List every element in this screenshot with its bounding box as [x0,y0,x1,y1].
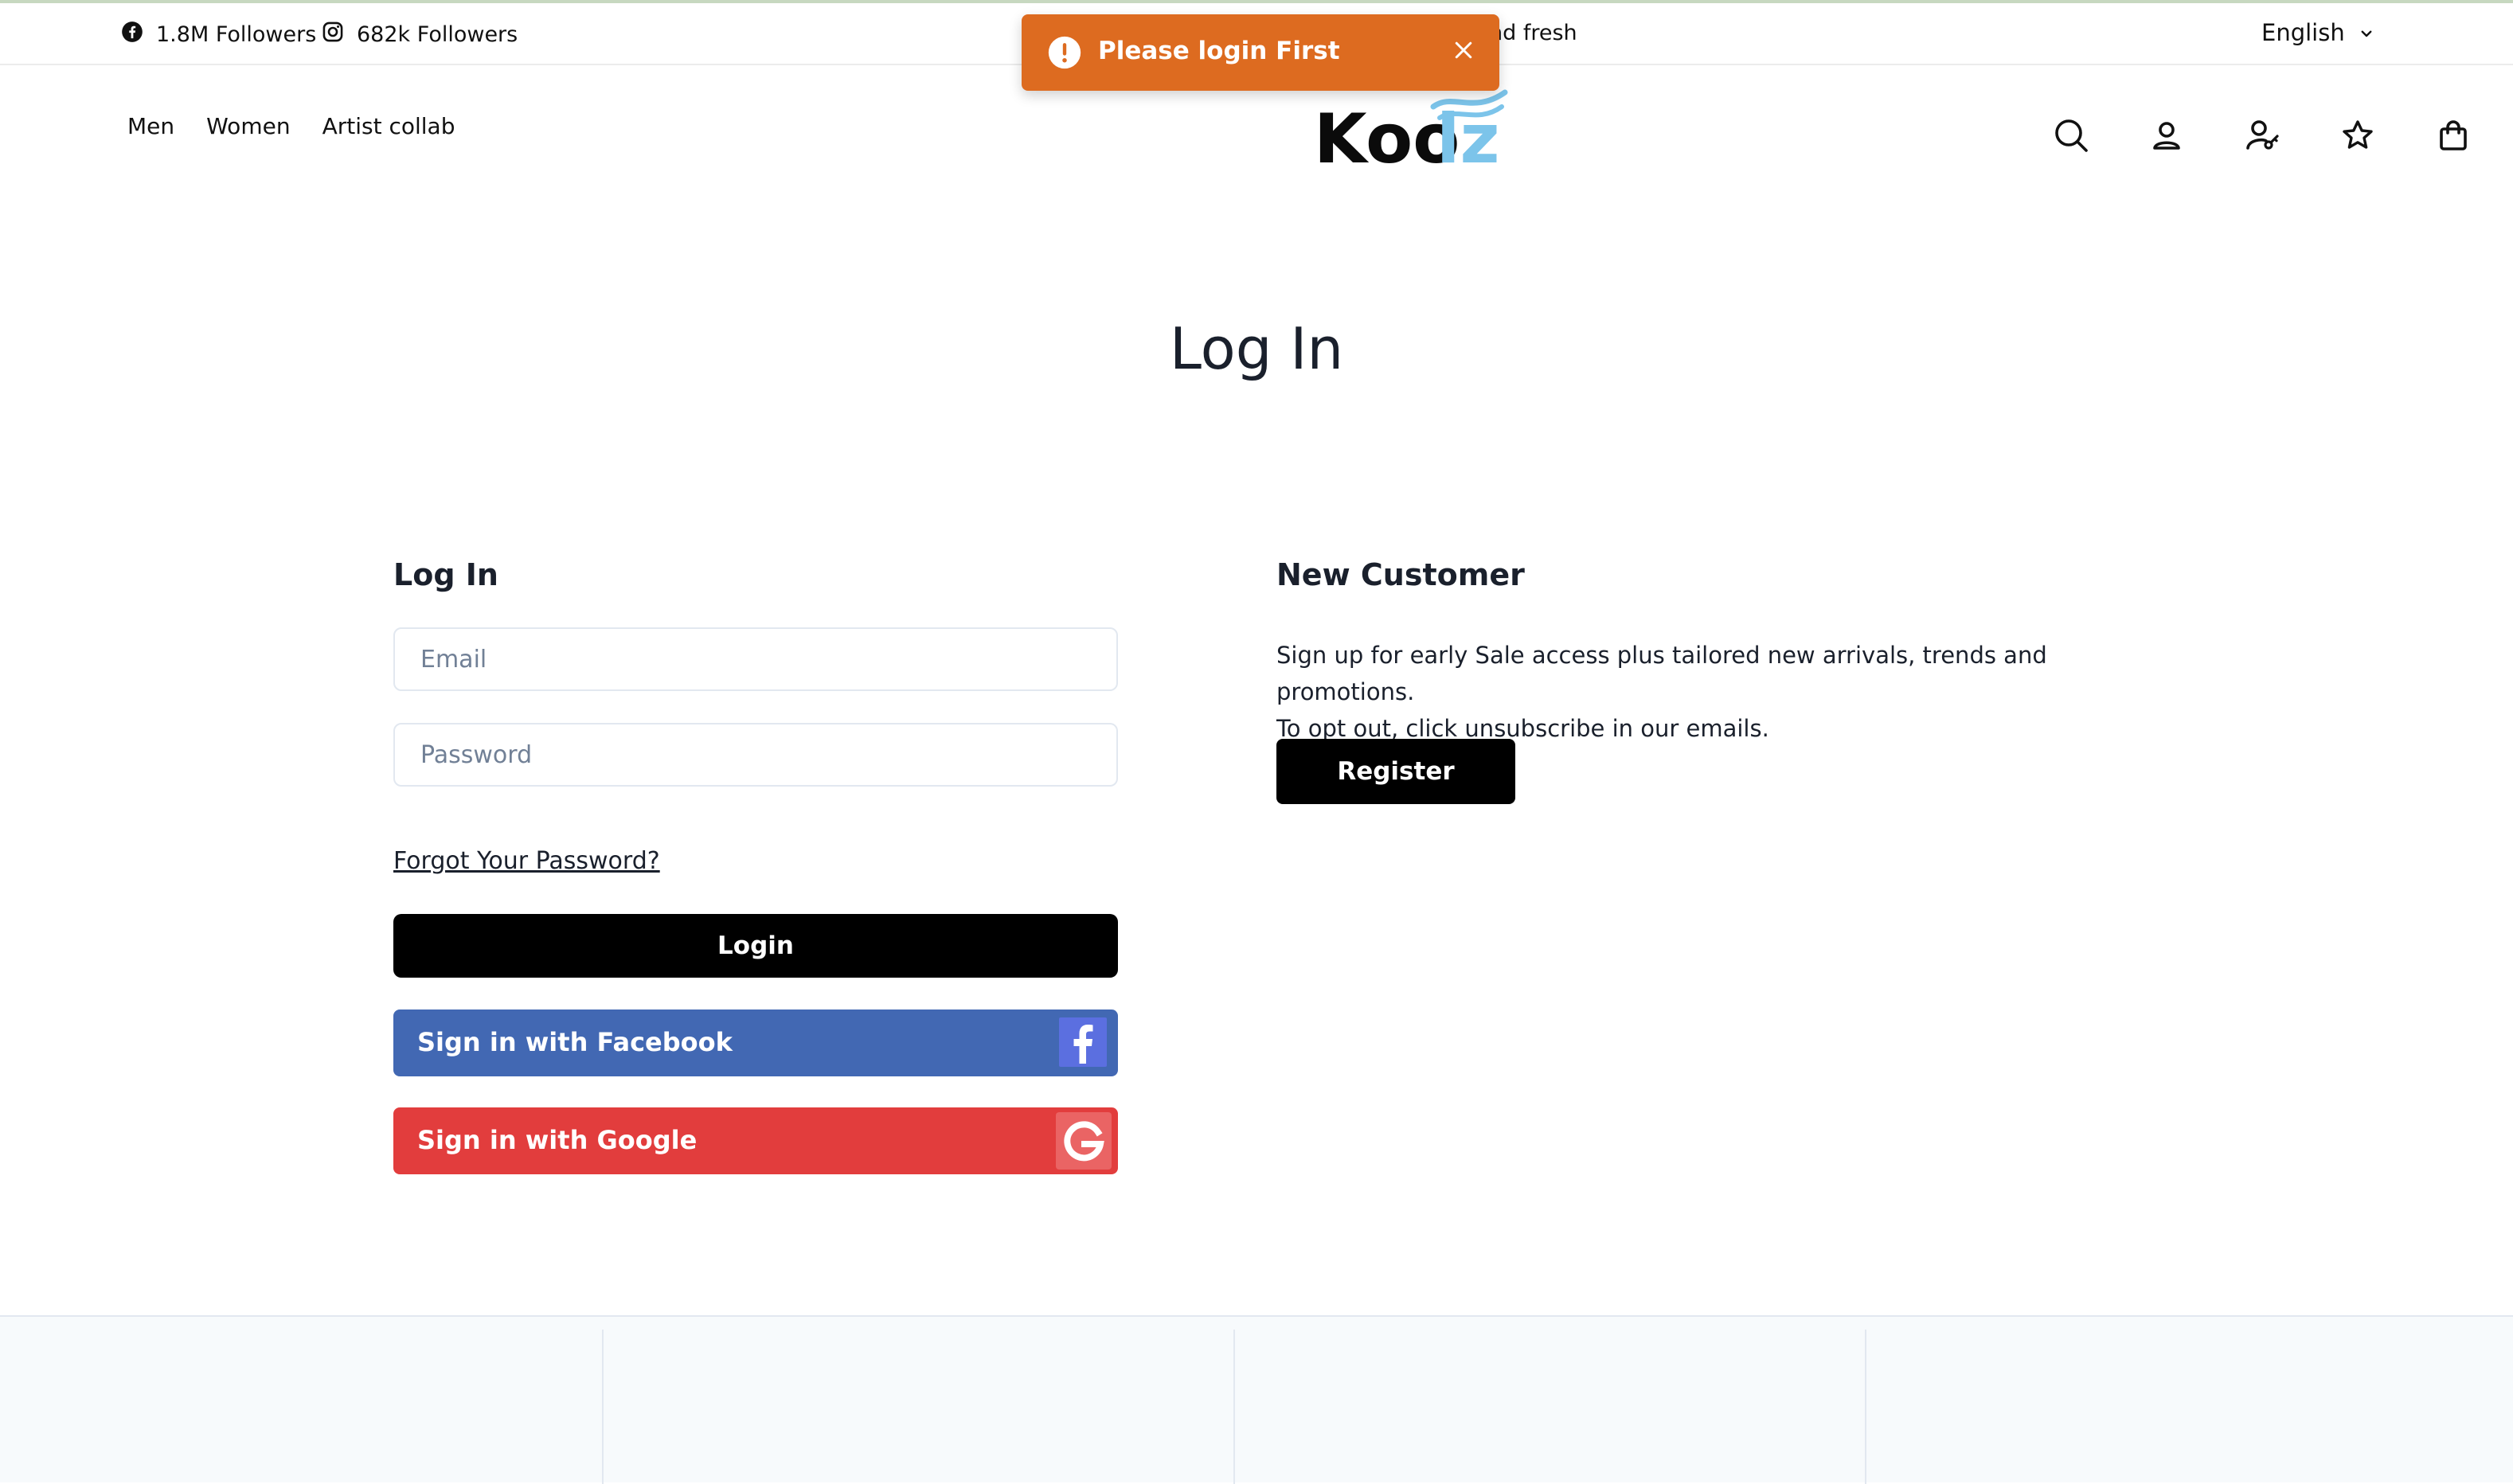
footer-divider [1233,1330,1235,1484]
google-signin-button[interactable]: Sign in with Google [393,1107,1118,1174]
toast-message: Please login First [1098,37,1340,65]
login-required-toast: Please login First [1022,14,1499,91]
new-customer-description: Sign up for early Sale access plus tailo… [1276,637,2152,747]
instagram-followers[interactable]: 682k Followers [322,21,518,49]
login-heading: Log In [393,557,498,592]
page-title: Log In [1169,315,1344,382]
logo-text-accent: lz [1436,100,1500,170]
facebook-signin-label: Sign in with Facebook [417,1027,733,1057]
search-icon[interactable] [2052,116,2090,154]
nav-item-artist-collab[interactable]: Artist collab [322,113,455,139]
new-customer-line-1: Sign up for early Sale access plus tailo… [1276,642,2047,705]
footer-divider [1865,1330,1866,1484]
facebook-followers[interactable]: 1.8M Followers [121,21,316,49]
facebook-icon [121,21,143,49]
main-nav: Men Women Artist collab [127,113,455,139]
instagram-followers-count: 682k Followers [357,22,518,47]
language-label: English [2261,19,2345,46]
footer-divider [602,1330,604,1484]
new-customer-heading: New Customer [1276,557,1525,592]
google-signin-label: Sign in with Google [417,1125,698,1155]
chevron-down-icon [2359,19,2374,46]
cart-bag-icon[interactable] [2434,116,2472,154]
announcement-text: nd fresh [1489,21,1577,45]
nav-item-men[interactable]: Men [127,113,174,139]
password-field[interactable] [393,723,1118,787]
instagram-icon [322,21,344,49]
facebook-followers-count: 1.8M Followers [156,22,317,47]
forgot-password-link[interactable]: Forgot Your Password? [393,847,660,875]
wishlist-star-icon[interactable] [2339,116,2377,154]
alert-circle-icon [1047,35,1082,70]
login-button[interactable]: Login [393,914,1118,978]
register-button[interactable]: Register [1276,739,1515,804]
google-icon [1056,1112,1112,1170]
facebook-signin-button[interactable]: Sign in with Facebook [393,1010,1118,1076]
nav-item-women[interactable]: Women [206,113,290,139]
close-icon[interactable] [1452,38,1475,62]
email-field[interactable] [393,627,1118,691]
language-selector[interactable]: English [2261,19,2374,46]
facebook-icon [1059,1017,1107,1067]
footer [0,1315,2513,1484]
account-icon[interactable] [2148,116,2186,154]
brand-logo[interactable]: Koo lz [1314,83,1513,179]
user-key-icon[interactable] [2243,116,2281,154]
